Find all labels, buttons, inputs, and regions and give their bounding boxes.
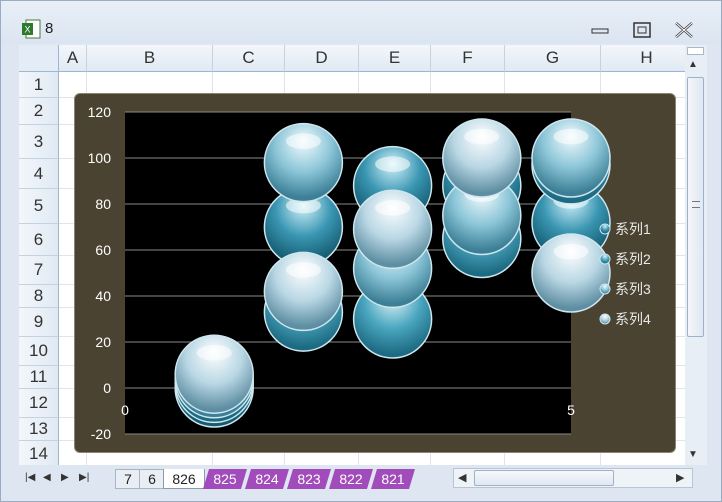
window-title: 8 xyxy=(45,20,54,37)
y-tick-label: 40 xyxy=(95,288,111,304)
bubble-highlight xyxy=(196,344,232,361)
legend-label: 系列2 xyxy=(615,251,651,267)
restore-icon xyxy=(633,22,651,38)
horizontal-scroll-thumb[interactable] xyxy=(474,470,614,486)
x-tick-label: 0 xyxy=(121,402,129,418)
sheet-tab-822[interactable]: 822 xyxy=(329,469,373,489)
legend-marker xyxy=(599,283,611,295)
column-header-g[interactable]: G xyxy=(505,45,601,72)
row-header-3[interactable]: 3 xyxy=(19,125,59,159)
column-header-f[interactable]: F xyxy=(431,45,505,72)
vertical-scroll-thumb[interactable] xyxy=(687,77,704,337)
row-header-2[interactable]: 2 xyxy=(19,98,59,125)
excel-window: X 8 ABCDEFGH 1 2 3 4 5 6 7 8 9 10 11 12 13 14 -20 0 20 4… xyxy=(0,0,722,502)
bubble-highlight xyxy=(553,128,589,145)
y-tick-label: 0 xyxy=(103,380,111,396)
legend-label: 系列1 xyxy=(615,221,651,237)
legend-marker xyxy=(599,223,611,235)
row-header-10[interactable]: 10 xyxy=(19,337,59,366)
close-icon xyxy=(675,22,693,38)
row-header-6[interactable]: 6 xyxy=(19,224,59,256)
row-header-8[interactable]: 8 xyxy=(19,285,59,308)
bubble-highlight xyxy=(553,243,589,260)
scroll-left-icon[interactable]: ◀ xyxy=(458,471,466,484)
column-header-b[interactable]: B xyxy=(87,45,213,72)
sheet-tab-825[interactable]: 825 xyxy=(203,469,247,489)
bubble-highlight xyxy=(464,128,500,145)
title-bar: X 8 xyxy=(1,1,721,43)
legend-marker xyxy=(599,313,611,325)
y-tick-label: 60 xyxy=(95,242,111,258)
excel-icon: X xyxy=(22,19,41,39)
bubble-highlight xyxy=(285,262,321,278)
bubble-chart: -20020406080100120015系列1系列2系列3系列4 xyxy=(88,104,651,442)
column-header-d[interactable]: D xyxy=(285,45,359,72)
chart-object[interactable]: -20020406080100120015系列1系列2系列3系列4 xyxy=(74,93,676,453)
minimize-button[interactable] xyxy=(587,19,613,41)
y-tick-label: 20 xyxy=(95,334,111,350)
scroll-right-icon[interactable]: ▶ xyxy=(676,471,684,484)
row-header-7[interactable]: 7 xyxy=(19,256,59,285)
sheet-tab-bar: |◀ ◀ ▶ ▶| 7 6 826 825 824 823 822 821 ◀ ▶ xyxy=(19,465,709,491)
worksheet[interactable]: ABCDEFGH 1 2 3 4 5 6 7 8 9 10 11 12 13 14 -20 0 20 40 60 8… xyxy=(19,45,685,465)
last-sheet-icon[interactable]: ▶| xyxy=(79,472,89,483)
x-tick-label: 5 xyxy=(567,402,575,418)
y-tick-label: 80 xyxy=(95,196,111,212)
sheet-tab-826[interactable]: 826 xyxy=(163,469,205,489)
split-box[interactable] xyxy=(687,47,704,55)
legend-marker xyxy=(599,253,611,265)
svg-text:X: X xyxy=(24,25,30,35)
row-header-5[interactable]: 5 xyxy=(19,189,59,224)
vertical-scrollbar[interactable]: ▲ ▼ xyxy=(685,45,707,465)
row-header-14[interactable]: 14 xyxy=(19,441,59,465)
bubble-highlight xyxy=(285,133,321,149)
bubble-highlight xyxy=(375,156,411,172)
first-sheet-icon[interactable]: |◀ xyxy=(25,472,35,483)
minimize-icon xyxy=(591,28,609,34)
y-tick-label: -20 xyxy=(91,426,111,442)
y-tick-label: 100 xyxy=(88,150,112,166)
row-header-11[interactable]: 11 xyxy=(19,366,59,389)
row-header-1[interactable]: 1 xyxy=(19,72,59,98)
row-header-12[interactable]: 12 xyxy=(19,389,59,418)
select-all-corner[interactable] xyxy=(19,45,59,72)
scroll-down-icon[interactable]: ▼ xyxy=(688,449,698,460)
legend-label: 系列3 xyxy=(615,281,651,297)
column-header-c[interactable]: C xyxy=(213,45,285,72)
next-sheet-icon[interactable]: ▶ xyxy=(61,472,69,483)
scroll-up-icon[interactable]: ▲ xyxy=(688,59,698,70)
bubble-highlight xyxy=(375,200,411,216)
grip-icon xyxy=(692,201,700,208)
column-header-h[interactable]: H xyxy=(601,45,685,72)
prev-sheet-icon[interactable]: ◀ xyxy=(43,472,51,483)
row-header-4[interactable]: 4 xyxy=(19,159,59,189)
sheet-tab-823[interactable]: 823 xyxy=(287,469,331,489)
row-header-13[interactable]: 13 xyxy=(19,418,59,441)
row-header-9[interactable]: 9 xyxy=(19,308,59,337)
column-header-e[interactable]: E xyxy=(359,45,431,72)
column-header-a[interactable]: A xyxy=(59,45,87,72)
sheet-tab-7[interactable]: 7 xyxy=(115,469,141,489)
sheet-tab-821[interactable]: 821 xyxy=(371,469,415,489)
sheet-tab-824[interactable]: 824 xyxy=(245,469,289,489)
sheet-tab-6[interactable]: 6 xyxy=(139,469,165,489)
legend-label: 系列4 xyxy=(615,311,651,327)
restore-button[interactable] xyxy=(629,19,655,41)
close-button[interactable] xyxy=(671,19,697,41)
horizontal-scrollbar[interactable]: ◀ ▶ xyxy=(453,468,693,488)
y-tick-label: 120 xyxy=(88,104,112,120)
